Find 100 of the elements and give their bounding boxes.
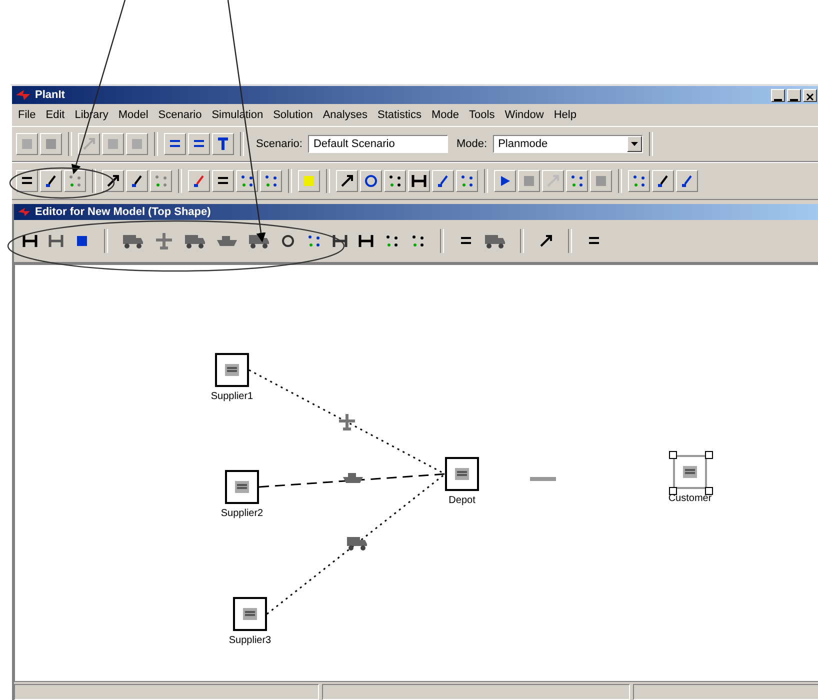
frame-icon	[411, 173, 427, 189]
square-icon	[43, 136, 59, 152]
truck-icon	[346, 535, 368, 551]
minimize-button[interactable]	[771, 88, 785, 102]
node[interactable]	[233, 597, 267, 631]
toolbar-button[interactable]	[16, 170, 38, 192]
dropdown-button[interactable]	[627, 136, 642, 152]
toolbar-button[interactable]	[126, 170, 148, 192]
toolbar-button[interactable]	[164, 133, 186, 155]
app-logo-icon	[17, 207, 31, 217]
selection-handle[interactable]	[705, 487, 713, 495]
square-icon	[105, 136, 121, 152]
toolbar-button[interactable]	[188, 133, 210, 155]
toolbar-button[interactable]	[456, 170, 478, 192]
toolbar-button[interactable]	[40, 170, 62, 192]
editor-title: Editor for New Model (Top Shape)	[35, 206, 212, 218]
toolbar-button[interactable]	[628, 170, 650, 192]
node-icon	[240, 605, 260, 623]
node-icon	[680, 463, 700, 481]
square-icon	[129, 136, 145, 152]
toolbar-button[interactable]	[432, 170, 454, 192]
toolbar-button[interactable]	[78, 133, 100, 155]
link-line[interactable]	[258, 473, 446, 488]
menu-item[interactable]: Mode	[432, 109, 460, 121]
node-label: Supplier2	[220, 508, 264, 519]
frame-icon	[22, 233, 38, 249]
toolbar-button[interactable]	[494, 170, 516, 192]
menu-item[interactable]: Solution	[273, 109, 313, 121]
truck-icon	[122, 233, 144, 249]
selection-handle[interactable]	[669, 487, 677, 495]
minimize-icon	[774, 98, 782, 100]
frame-icon	[358, 233, 374, 249]
toolbar-button[interactable]	[384, 170, 406, 192]
ship-icon	[216, 235, 238, 247]
square-icon	[74, 233, 90, 249]
menu-item[interactable]: File	[18, 109, 36, 121]
toolbar-button[interactable]	[188, 170, 210, 192]
mode-dropdown[interactable]: Planmode	[493, 135, 644, 153]
square-icon	[19, 136, 35, 152]
toolbar-button[interactable]	[102, 170, 124, 192]
menu-item[interactable]: Edit	[46, 109, 65, 121]
app-logo-icon	[15, 89, 31, 101]
toolbar-button[interactable]	[408, 170, 430, 192]
text-icon	[215, 136, 231, 152]
arrow-icon	[81, 136, 97, 152]
toolbar-button[interactable]	[236, 170, 258, 192]
maximize-icon	[790, 98, 798, 100]
frame-icon	[48, 233, 64, 249]
arrow-icon	[538, 233, 554, 249]
truck-icon	[248, 233, 270, 249]
toolbar-button[interactable]	[336, 170, 358, 192]
toolbar-button[interactable]	[212, 170, 234, 192]
toolbar-button[interactable]	[652, 170, 674, 192]
menu-item[interactable]: Help	[554, 109, 576, 121]
menu-item[interactable]: Window	[504, 109, 544, 121]
dots-icon	[263, 173, 279, 189]
scenario-field[interactable]: Default Scenario	[308, 135, 448, 153]
toolbar-button[interactable]	[360, 170, 382, 192]
link-mark	[530, 477, 556, 481]
node-icon	[222, 361, 242, 379]
scenario-label: Scenario:	[256, 138, 302, 150]
dots-icon	[384, 233, 400, 249]
menu-item[interactable]: Analyses	[322, 109, 368, 121]
dots-icon	[387, 173, 403, 189]
dots-icon	[459, 173, 475, 189]
node[interactable]	[673, 455, 707, 489]
node[interactable]	[215, 353, 249, 387]
plane-icon	[154, 232, 174, 250]
menu-item[interactable]: Tools	[469, 109, 495, 121]
truck-icon	[184, 233, 206, 249]
truck-icon	[484, 233, 506, 249]
dots-icon	[306, 233, 322, 249]
ring-icon	[363, 173, 379, 189]
dots-icon	[239, 173, 255, 189]
node[interactable]	[445, 457, 479, 491]
toolbar-button[interactable]	[566, 170, 588, 192]
dots-icon	[410, 233, 426, 249]
close-icon	[806, 92, 814, 100]
ship-icon	[342, 472, 364, 484]
close-button[interactable]	[803, 88, 817, 102]
node-label: Supplier1	[210, 391, 254, 402]
toolbar-button[interactable]	[260, 170, 282, 192]
toolbar-button[interactable]	[676, 170, 698, 192]
arrow-icon	[339, 173, 355, 189]
menu-item[interactable]: Model	[118, 109, 148, 121]
caret-icon	[631, 142, 638, 146]
square-icon	[521, 173, 537, 189]
selection-handle[interactable]	[669, 451, 677, 459]
selection-handle[interactable]	[705, 451, 713, 459]
menu-item[interactable]: Statistics	[377, 109, 422, 121]
dots-icon	[631, 173, 647, 189]
toolbar-button[interactable]	[212, 133, 234, 155]
dots-icon	[153, 173, 169, 189]
maximize-button[interactable]	[787, 88, 801, 102]
node[interactable]	[225, 470, 259, 504]
node-label: Depot	[448, 495, 476, 506]
frame-icon	[332, 233, 348, 249]
menu-item[interactable]: Scenario	[158, 109, 202, 121]
node-icon	[452, 465, 472, 483]
node-label: Customer	[668, 493, 712, 504]
